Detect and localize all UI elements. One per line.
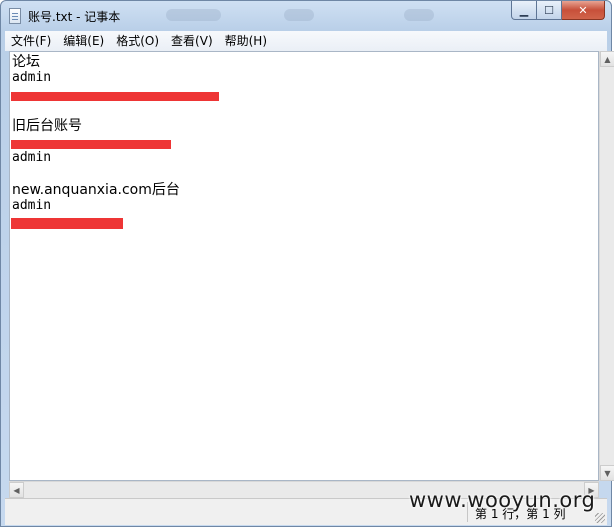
watermark: www.wooyun.org — [409, 488, 596, 512]
maximize-button[interactable]: ☐ — [537, 1, 562, 20]
text-line — [12, 166, 598, 182]
window-controls: ▁ ☐ ✕ — [511, 1, 605, 21]
text-editor[interactable]: 论坛 admin 旧后台账号 admin new.anquanxia.com后台… — [9, 51, 599, 481]
blurred-background-text — [404, 9, 434, 21]
arrow-left-icon: ◀ — [13, 485, 20, 495]
arrow-up-icon: ▲ — [604, 54, 611, 64]
text-line: 旧后台账号 — [12, 118, 82, 134]
menu-edit[interactable]: 编辑(E) — [57, 31, 110, 51]
menu-view[interactable]: 查看(V) — [165, 31, 219, 51]
redaction-bar — [11, 218, 123, 229]
title-bar[interactable]: 账号.txt - 记事本 ▁ ☐ ✕ — [1, 1, 611, 31]
notepad-window: 账号.txt - 记事本 ▁ ☐ ✕ 文件(F) 编辑(E) 格式(O) 查看(… — [0, 0, 614, 527]
close-icon: ✕ — [578, 3, 588, 17]
text-line: new.anquanxia.com后台 — [12, 182, 180, 198]
vertical-scrollbar[interactable]: ▲ ▼ — [599, 51, 614, 481]
menu-bar: 文件(F) 编辑(E) 格式(O) 查看(V) 帮助(H) — [5, 31, 607, 51]
text-line: 论坛 — [12, 54, 40, 70]
redaction-bar — [11, 92, 219, 101]
text-line: admin — [12, 198, 52, 213]
resize-grip-icon[interactable] — [595, 513, 605, 523]
notepad-icon — [9, 8, 21, 24]
text-line: admin — [12, 150, 52, 165]
menu-help[interactable]: 帮助(H) — [219, 31, 273, 51]
minimize-button[interactable]: ▁ — [511, 1, 537, 20]
window-title: 账号.txt - 记事本 — [28, 10, 121, 24]
blurred-background-text — [284, 9, 314, 21]
blurred-background-text — [166, 9, 221, 21]
arrow-down-icon: ▼ — [604, 468, 611, 478]
scroll-left-button[interactable]: ◀ — [9, 482, 24, 498]
text-line: admin — [12, 70, 52, 85]
maximize-icon: ☐ — [544, 3, 554, 17]
scroll-up-button[interactable]: ▲ — [600, 51, 614, 67]
menu-format[interactable]: 格式(O) — [110, 31, 165, 51]
text-line — [12, 102, 598, 118]
close-button[interactable]: ✕ — [562, 1, 605, 20]
redaction-bar — [11, 140, 171, 149]
minimize-icon: ▁ — [519, 3, 529, 17]
scroll-down-button[interactable]: ▼ — [600, 465, 614, 481]
menu-file[interactable]: 文件(F) — [5, 31, 57, 51]
